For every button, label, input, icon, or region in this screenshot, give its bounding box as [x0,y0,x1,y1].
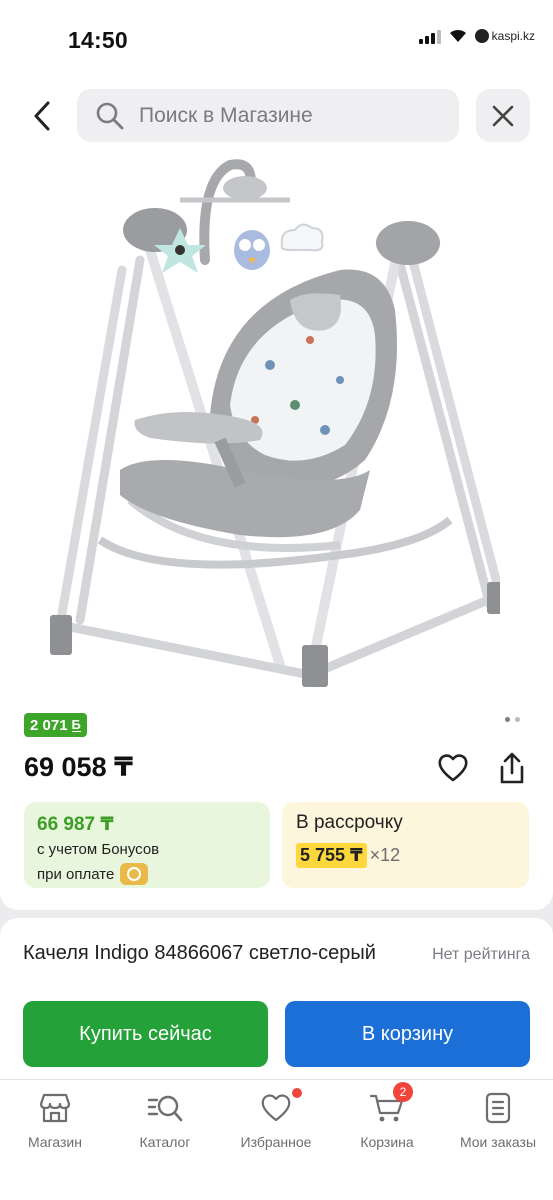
kaspi-logo-icon [474,29,489,43]
wifi-icon [449,29,466,42]
chevron-left-icon [34,101,50,131]
bonus-line-2-row: при оплате [37,863,257,885]
tab-label: Магазин [27,1134,82,1150]
buy-now-button[interactable]: Купить сейчас [23,1001,268,1067]
favorites-dot [292,1088,302,1098]
rating-text[interactable]: Нет рейтинга [432,946,530,964]
favorite-button[interactable] [435,750,471,786]
catalog-search-icon [147,1090,183,1126]
bonus-price-card[interactable]: 66 987 ₸ с учетом Бонусов при оплате [24,802,270,888]
product-title: Качеля Indigo 84866067 светло-серый [23,942,376,964]
bonus-badge: 2 071 Б [24,713,87,737]
heart-icon [258,1088,302,1126]
share-icon [500,752,524,784]
bonus-line-2: при оплате [37,865,115,883]
share-button[interactable] [494,748,530,788]
add-to-cart-button[interactable]: В корзину [285,1001,530,1067]
close-search-button[interactable] [476,89,530,142]
tab-favorites[interactable]: Избранное [221,1088,331,1150]
tab-store[interactable]: Магазин [0,1090,110,1150]
installment-monthly: 5 755 ₸ [296,843,367,868]
search-placeholder: Поиск в Магазине [139,103,313,127]
search-input[interactable]: Поиск в Магазине [77,89,459,142]
bottom-tab-bar: Магазин Каталог Избранное 2 Корзина Мои … [0,1079,553,1200]
product-image[interactable] [40,150,500,695]
bonus-currency: Б [71,717,81,732]
pagination-dot [515,717,520,722]
tab-orders[interactable]: Мои заказы [443,1090,553,1150]
bonus-price: 66 987 ₸ [37,814,114,835]
tab-label: Избранное [240,1134,312,1150]
installment-card[interactable]: В рассрочку 5 755 ₸ ×12 [282,802,529,888]
installment-label: В рассрочку [296,812,403,833]
tab-label: Мои заказы [459,1134,537,1150]
product-info-card: Качеля Indigo 84866067 светло-серый Нет … [0,918,553,1200]
installment-months: ×12 [369,845,401,865]
tab-cart[interactable]: 2 Корзина [332,1082,442,1150]
pagination-dot [505,717,510,722]
search-icon [96,102,124,129]
status-icons: kaspi.kz [418,28,535,44]
installment-row: 5 755 ₸ ×12 [296,843,515,868]
tab-catalog[interactable]: Каталог [110,1090,220,1150]
store-icon [37,1090,73,1126]
image-pagination [505,717,520,722]
cart-count-badge: 2 [393,1082,413,1102]
orders-icon [480,1090,516,1126]
bonus-line-1: с учетом Бонусов [37,841,160,858]
cart-icon: 2 [369,1082,413,1126]
tab-label: Корзина [360,1134,414,1150]
tab-label: Каталог [139,1134,191,1150]
product-panel: 14:50 kaspi.kz Поиск в Магазине 2 071 Б … [0,0,553,910]
carrier-text: kaspi.kz [491,29,535,43]
product-price: 69 058 ₸ [24,752,133,782]
heart-icon [438,754,468,782]
bonus-coin-icon [120,863,149,885]
bonus-amount: 2 071 [30,716,68,734]
back-button[interactable] [26,96,58,136]
status-time: 14:50 [68,27,128,53]
signal-icon [418,28,441,44]
close-icon [492,105,514,126]
carrier-label: kaspi.kz [474,29,535,43]
